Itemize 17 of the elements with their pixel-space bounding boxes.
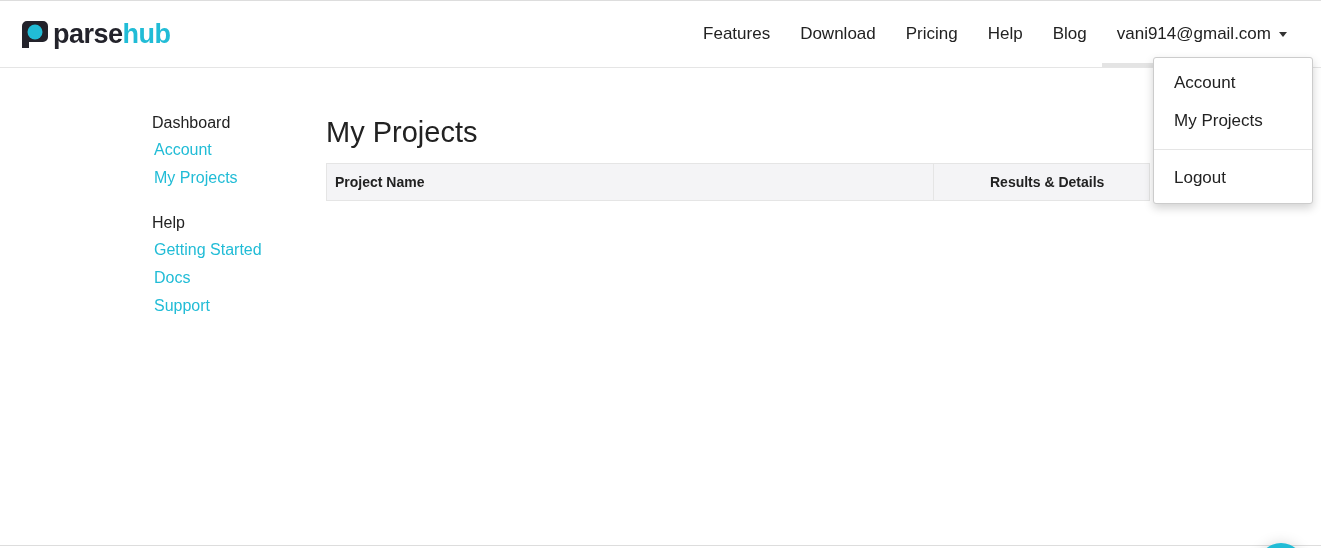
menu-item[interactable]: Logout <box>1154 159 1312 197</box>
menu-item[interactable]: My Projects <box>1154 102 1312 140</box>
nav-link[interactable]: Features <box>688 24 786 44</box>
menu-item[interactable]: Account <box>1154 64 1312 102</box>
caret-icon <box>1279 31 1287 37</box>
nav-link[interactable]: Blog <box>1037 24 1102 44</box>
column-header: Project Name <box>327 164 934 200</box>
page-title: My Projects <box>326 116 479 149</box>
user-menu-button[interactable]: vani914@gmail.com <box>1101 1 1297 67</box>
sidebar-heading: Dashboard <box>152 114 232 132</box>
nav-link[interactable]: Help <box>972 24 1038 44</box>
column-header: Results & Details <box>989 173 1106 192</box>
logo-icon <box>19 19 49 49</box>
nav-link[interactable]: Pricing <box>890 24 973 44</box>
nav-link[interactable]: Download <box>785 24 891 44</box>
logo-text[interactable]: parsehub <box>53 18 171 50</box>
sidebar-heading: Help <box>152 214 186 232</box>
